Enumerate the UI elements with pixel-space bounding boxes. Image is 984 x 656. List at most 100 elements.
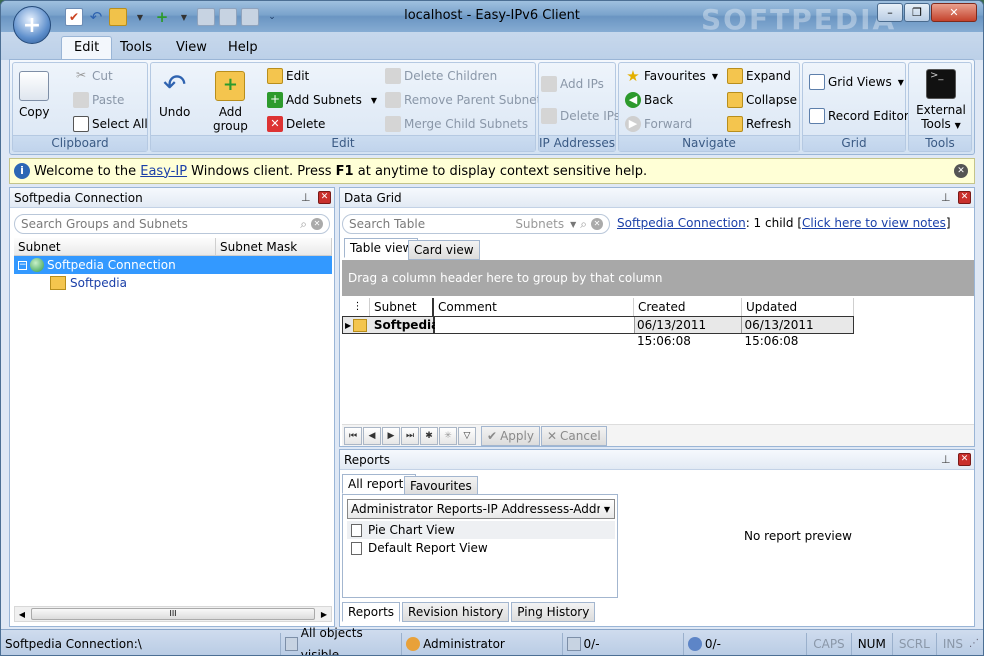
column-updated[interactable]: Updated [742, 298, 854, 316]
status-path-text: Softpedia Connection:\ [5, 636, 142, 651]
refresh-icon[interactable] [219, 8, 237, 26]
cancel-button[interactable]: ✕ Cancel [540, 425, 607, 446]
close-button[interactable]: ✕ [931, 3, 977, 22]
undo-button[interactable]: ↶ Undo [159, 71, 190, 120]
record-editor-button[interactable]: Record Editor [809, 105, 909, 127]
tab-revision-history[interactable]: Revision history [402, 602, 510, 622]
prev-record-icon[interactable]: ◀ [363, 426, 381, 445]
tree-node-connection[interactable]: − Softpedia Connection [14, 256, 332, 274]
table-row[interactable]: ▶ Softpedia 06/13/2011 15:06:08 06/13/20… [342, 316, 854, 348]
remove-parent-button[interactable]: Remove Parent Subnet [385, 89, 541, 111]
clear-search-icon[interactable]: ✕ [311, 218, 323, 230]
column-subnet[interactable]: Subnet [14, 238, 216, 255]
close-panel-icon[interactable]: ✕ [318, 191, 331, 204]
row-selector-icon[interactable]: ⋮ [342, 298, 370, 316]
add-subnets-button[interactable]: + Add Subnets ▼ [267, 89, 377, 111]
folder-icon[interactable] [109, 8, 127, 26]
tab-help[interactable]: Help [215, 36, 271, 60]
first-record-icon[interactable]: ⏮ [344, 426, 362, 445]
tab-ping-history[interactable]: Ping History [511, 602, 596, 622]
cell-created[interactable]: 06/13/2011 15:06:08 [633, 317, 742, 348]
favourites-button[interactable]: ★ Favourites ▼ [625, 65, 718, 87]
apply-button[interactable]: ✔ Apply [481, 425, 540, 446]
application-menu-button[interactable]: + [13, 6, 51, 44]
grid-views-button[interactable]: Grid Views ▼ [809, 71, 904, 93]
forward-button[interactable]: ▶ Forward [625, 113, 692, 135]
tab-tools[interactable]: Tools [107, 36, 165, 60]
grid-icon[interactable] [197, 8, 215, 26]
properties-icon[interactable]: ✔ [65, 8, 83, 26]
scroll-left-icon[interactable]: ◀ [15, 610, 29, 619]
group-by-area[interactable]: Drag a column header here to group by th… [342, 260, 974, 296]
add-icon[interactable]: + [153, 8, 171, 26]
filter-icon[interactable]: ▽ [458, 426, 476, 445]
next-record-icon[interactable]: ▶ [382, 426, 400, 445]
column-comment[interactable]: Comment [434, 298, 634, 316]
tab-favourites[interactable]: Favourites [404, 476, 478, 496]
select-all-button[interactable]: Select All [73, 113, 148, 135]
pin-icon[interactable]: ⊥ [941, 453, 953, 466]
expand-button[interactable]: Expand [727, 65, 791, 87]
maximize-button[interactable]: ❐ [904, 3, 930, 22]
tab-view[interactable]: View [163, 36, 220, 60]
last-record-icon[interactable]: ⏭ [401, 426, 419, 445]
clear-search-icon[interactable]: ✕ [591, 218, 603, 230]
view-notes-link[interactable]: Click here to view notes [802, 216, 946, 230]
column-subnet[interactable]: Subnet [370, 298, 434, 316]
tab-card-view[interactable]: Card view [408, 240, 480, 260]
column-created[interactable]: Created [634, 298, 742, 316]
cut-button[interactable]: ✂ Cut [73, 65, 113, 87]
pin-icon[interactable]: ⊥ [301, 191, 313, 204]
back-button[interactable]: ◀ Back [625, 89, 673, 111]
easy-ip-link[interactable]: Easy-IP [140, 164, 187, 179]
dropdown-arrow-icon[interactable]: ▼ [131, 8, 149, 26]
column-subnet-mask[interactable]: Subnet Mask [216, 238, 332, 255]
report-item[interactable]: Pie Chart View [347, 521, 615, 539]
connection-panel: Softpedia Connection ⊥ ✕ Search Groups an… [9, 187, 335, 627]
tab-reports[interactable]: Reports [342, 602, 401, 622]
scroll-thumb[interactable]: III [31, 608, 315, 620]
pin-icon[interactable]: ⊥ [941, 191, 953, 204]
report-item[interactable]: Default Report View [347, 539, 615, 557]
customize-qat-icon[interactable]: ⌄ [263, 8, 281, 26]
resize-grip-icon[interactable]: ⋰ [969, 638, 979, 649]
tab-edit[interactable]: Edit [61, 36, 113, 60]
cell-comment[interactable] [434, 317, 634, 333]
new-record-alt-icon[interactable]: ✳ [439, 426, 457, 445]
remove-parent-label: Remove Parent Subnet [404, 93, 542, 107]
paste-button[interactable]: Paste [73, 89, 124, 111]
cell-subnet[interactable]: Softpedia [371, 317, 439, 333]
new-record-icon[interactable]: ✱ [420, 426, 438, 445]
close-panel-icon[interactable]: ✕ [958, 191, 971, 204]
table-search-input[interactable]: Search Table Subnets ▼ ⌕ ✕ [342, 214, 610, 234]
copy-button[interactable]: Copy [19, 71, 49, 119]
merge-child-button[interactable]: Merge Child Subnets [385, 113, 528, 135]
report-category-select[interactable]: Administrator Reports-IP Addressess-Addr… [347, 499, 615, 519]
tree-node-softpedia[interactable]: Softpedia [50, 274, 127, 292]
tree-search-input[interactable]: Search Groups and Subnets ⌕ ✕ [14, 214, 330, 234]
dropdown-arrow-icon[interactable]: ▼ [570, 220, 576, 229]
add-group-button[interactable]: + Add group [213, 71, 248, 133]
dropdown-arrow-icon[interactable]: ▼ [175, 8, 193, 26]
external-tools-button[interactable]: >_ External Tools ▼ [913, 69, 969, 131]
add-ips-button[interactable]: Add IPs [541, 73, 604, 95]
refresh-button[interactable]: Refresh [727, 113, 791, 135]
connection-link[interactable]: Softpedia Connection [617, 216, 746, 230]
minimize-button[interactable]: – [877, 3, 903, 22]
window-icon[interactable] [241, 8, 259, 26]
delete-ips-button[interactable]: Delete IPs [541, 105, 620, 127]
scroll-right-icon[interactable]: ▶ [317, 610, 331, 619]
tree-hscrollbar[interactable]: ◀ III ▶ [14, 606, 332, 622]
search-scope-dropdown[interactable]: Subnets [515, 217, 564, 231]
delete-button[interactable]: ✕ Delete [267, 113, 325, 135]
network-icon [566, 636, 581, 651]
reports-panel: Reports ⊥ ✕ All reports Favourites Admini… [339, 449, 975, 627]
collapse-node-icon[interactable]: − [18, 260, 27, 270]
edit-button[interactable]: Edit [267, 65, 309, 87]
cell-updated[interactable]: 06/13/2011 15:06:08 [741, 317, 853, 348]
close-panel-icon[interactable]: ✕ [958, 453, 971, 466]
collapse-button[interactable]: Collapse [727, 89, 797, 111]
undo-icon[interactable]: ↶ [87, 8, 105, 26]
close-infobar-icon[interactable]: ✕ [954, 164, 968, 178]
delete-children-button[interactable]: Delete Children [385, 65, 497, 87]
